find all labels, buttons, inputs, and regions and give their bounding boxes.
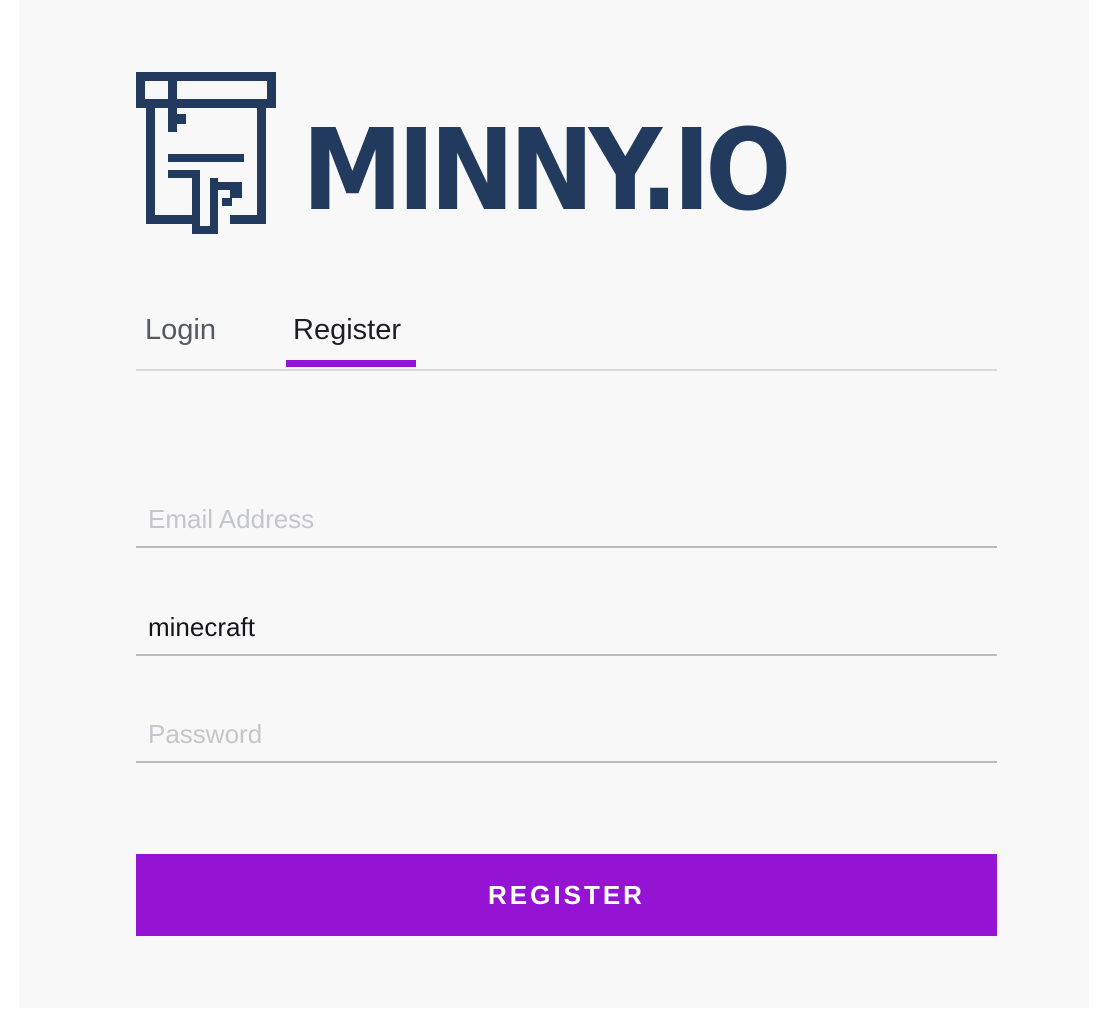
tab-register[interactable]: Register [293, 314, 401, 347]
email-input[interactable] [148, 494, 988, 544]
register-button[interactable]: REGISTER [136, 854, 997, 936]
tab-login[interactable]: Login [145, 314, 216, 347]
password-input[interactable] [148, 709, 988, 759]
auth-tabs: Login Register [136, 300, 997, 371]
username-input[interactable] [148, 602, 988, 652]
email-field [136, 494, 997, 548]
username-field [136, 602, 997, 656]
minny-logo: MINNY.IO [134, 70, 794, 240]
logo-wordmark: MINNY.IO [302, 106, 787, 236]
printer-box-icon: MINNY.IO [136, 72, 793, 236]
password-field [136, 709, 997, 763]
active-tab-indicator [286, 360, 416, 367]
